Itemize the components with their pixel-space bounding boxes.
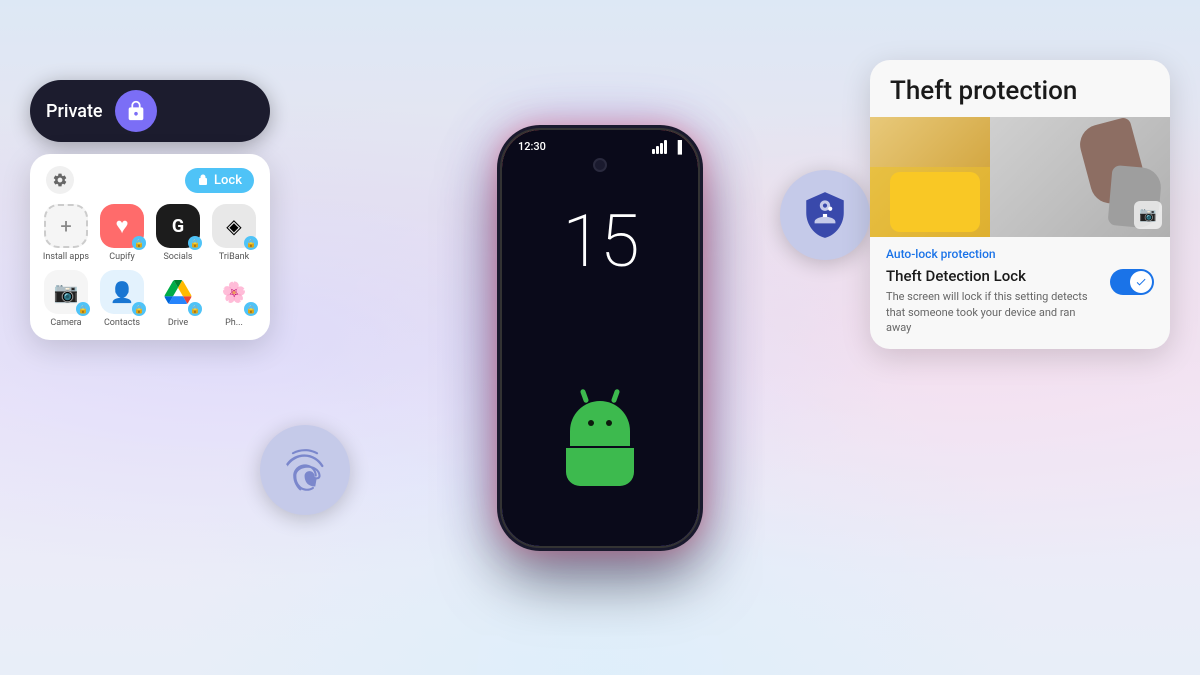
toggle-knob [1130,271,1152,293]
fingerprint-bubble [260,425,350,515]
detection-lock-row: Theft Detection Lock The screen will loc… [886,267,1154,335]
bot-torso [566,448,634,486]
app-icon-contacts: 👤 🔒 [100,270,144,314]
camera-overlay-icon: 📷 [1134,201,1162,229]
list-item[interactable]: 🌸 🔒 Ph... [210,270,258,328]
app-icon-camera: 📷 🔒 [44,270,88,314]
scene: 12:30 ▐ 15 [0,0,1200,675]
bot-eye-left [588,420,594,426]
auto-lock-label: Auto-lock protection [886,247,1154,261]
list-item[interactable]: ♥ 🔒 Cupify [98,204,146,262]
app-icon-drive: 🔒 [156,270,200,314]
app-icon-socials: G 🔒 [156,204,200,248]
app-icon-photos: 🌸 🔒 [212,270,256,314]
bot-eye-right [606,420,612,426]
list-item[interactable]: + Install apps [42,204,90,262]
android-mascot [566,401,634,486]
theft-protection-title: Theft protection [890,76,1150,107]
app-label: TriBank [219,252,249,262]
bot-head [570,401,630,446]
theft-illustration: 📷 [870,117,1170,237]
status-bar: 12:30 ▐ [502,130,698,154]
app-label: Contacts [104,318,140,328]
fingerprint-icon [280,445,330,495]
app-icon-cupify: ♥ 🔒 [100,204,144,248]
app-label: Camera [50,318,81,328]
list-item[interactable]: ◈ 🔒 TriBank [210,204,258,262]
signal-icon [652,140,667,154]
app-icon-install: + [44,204,88,248]
phone-screen: 12:30 ▐ 15 [502,130,698,546]
theft-protection-card: Theft protection 📷 Auto-lock protection [870,60,1170,349]
private-label: Private [46,101,103,122]
list-item[interactable]: 📷 🔒 Camera [42,270,90,328]
list-item[interactable]: G 🔒 Socials [154,204,202,262]
phone: 12:30 ▐ 15 [500,128,700,548]
private-lock-icon [115,90,157,132]
app-label: Socials [163,252,192,262]
theft-card-body: Auto-lock protection Theft Detection Loc… [870,237,1170,349]
settings-icon[interactable] [46,166,74,194]
theft-card-header: Theft protection [870,60,1170,117]
theft-detection-toggle[interactable] [1110,269,1154,295]
illus-object-yellow [890,172,980,232]
apps-top-bar: Lock [42,166,258,194]
phone-time: 12:30 [518,140,546,153]
lock-pill-button[interactable]: Lock [185,168,254,193]
key-shield-bubble [780,170,870,260]
list-item[interactable]: 🔒 Drive [154,270,202,328]
app-icon-tribank: ◈ 🔒 [212,204,256,248]
detection-lock-desc: The screen will lock if this setting det… [886,289,1100,335]
app-label: Install apps [43,252,89,262]
app-label: Cupify [109,252,134,262]
app-label: Drive [168,318,188,328]
phone-clock-number: 15 [562,206,637,278]
battery-icon: ▐ [673,140,682,154]
status-icons: ▐ [652,140,682,154]
apps-grid-container: Lock + Install apps ♥ 🔒 Cupify [30,154,270,340]
app-label: Ph... [225,318,243,328]
list-item[interactable]: 👤 🔒 Contacts [98,270,146,328]
apps-grid: + Install apps ♥ 🔒 Cupify G 🔒 Socials [42,204,258,328]
detection-lock-title: Theft Detection Lock [886,267,1100,285]
private-panel: Private Lock [30,80,270,340]
private-toggle[interactable]: Private [30,80,270,142]
lock-pill-label: Lock [214,173,242,188]
phone-camera [593,158,607,172]
key-shield-icon [800,190,850,240]
